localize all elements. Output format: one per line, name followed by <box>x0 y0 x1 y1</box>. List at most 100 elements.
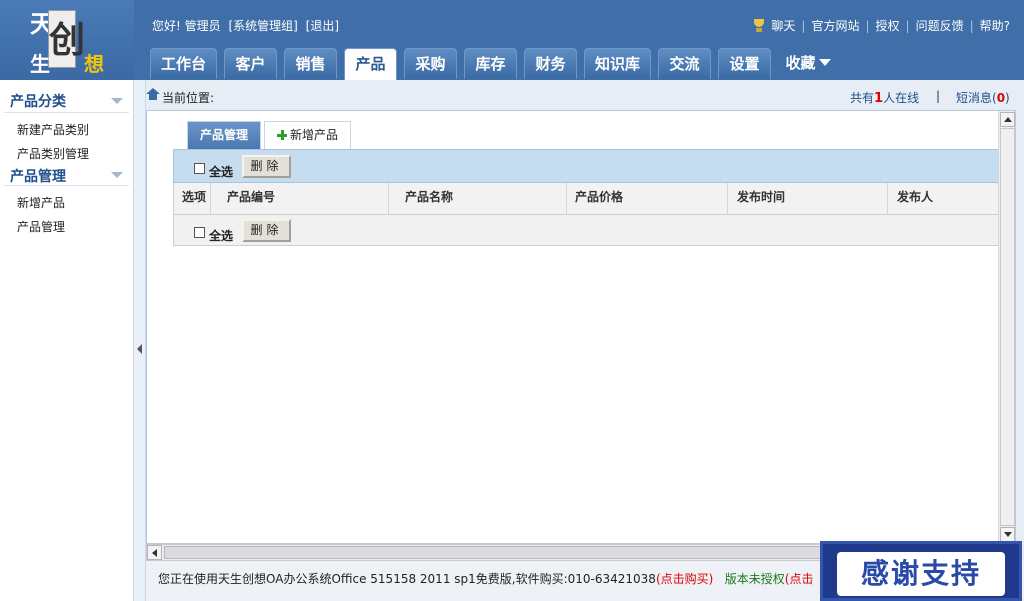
table-header: 选项 产品编号 产品名称 产品价格 发布时间 发布人 <box>173 183 999 214</box>
delete-button[interactable]: 删除 <box>242 155 291 178</box>
help-link[interactable]: 帮助? <box>980 17 1010 34</box>
buy-link[interactable]: 点击购买 <box>661 572 709 586</box>
nav-tab-sales[interactable]: 销售 <box>284 48 337 79</box>
greeting-text: 您好! 管理员 <box>152 19 221 33</box>
nav-tab-settings[interactable]: 设置 <box>718 48 771 79</box>
footer-text: 您正在使用天生创想OA办公系统Office 515158 2011 sp1免费版… <box>158 570 814 587</box>
messages-link[interactable]: 短消息(0) <box>956 89 1010 106</box>
divider: | <box>865 18 870 33</box>
buy-paren: ) <box>708 572 714 586</box>
tab-product-manage[interactable]: 产品管理 <box>187 121 262 149</box>
nav-tab-knowledge[interactable]: 知识库 <box>584 48 651 79</box>
logo-char: 生 <box>30 52 50 76</box>
nav-tab-inventory[interactable]: 库存 <box>464 48 517 79</box>
logo-char: 创 <box>48 10 85 68</box>
nav-tab-communication[interactable]: 交流 <box>658 48 711 79</box>
plus-icon <box>277 130 288 140</box>
favorites-label: 收藏 <box>785 54 816 72</box>
trophy-icon <box>751 18 767 33</box>
sidebar-list: 新建产品类别 产品类别管理 <box>0 113 133 166</box>
main-area: 当前位置: 共有1人在线 | 短消息(0) 产品管理 新增产品 全选 删除 选项… <box>146 80 1024 601</box>
vertical-scrollbar[interactable] <box>998 111 1015 545</box>
online-count: 1 <box>874 91 884 106</box>
official-site-link[interactable]: 官方网站 <box>811 17 859 34</box>
nav-tab-finance[interactable]: 财务 <box>524 48 577 79</box>
sidebar: 产品分类 新建产品类别 产品类别管理 产品管理 新增产品 产品管理 <box>0 80 134 601</box>
breadcrumb: 当前位置: 共有1人在线 | 短消息(0) <box>146 80 1024 110</box>
sidebar-section-title: 产品管理 <box>10 169 66 185</box>
column-header-publisher[interactable]: 发布人 <box>888 183 998 214</box>
sidebar-splitter[interactable] <box>134 80 146 601</box>
sidebar-section-title: 产品分类 <box>10 94 66 110</box>
online-prefix: 共有 <box>850 91 875 105</box>
divider: | <box>969 18 974 33</box>
license-status: 版本未授权 <box>724 572 785 586</box>
sidebar-section-header[interactable]: 产品管理 <box>4 166 129 186</box>
scroll-thumb[interactable] <box>164 546 924 559</box>
sidebar-item-new-product[interactable]: 新增产品 <box>0 191 133 215</box>
user-group: [系统管理组] <box>228 19 298 33</box>
tab-add-product-label: 新增产品 <box>290 128 339 142</box>
sidebar-item-new-category[interactable]: 新建产品类别 <box>0 118 133 142</box>
arrow-left-icon <box>152 549 157 557</box>
select-all-checkbox[interactable] <box>194 227 205 238</box>
greeting: 您好! 管理员 [系统管理组] [退出] <box>152 17 343 34</box>
column-header-product-code[interactable]: 产品编号 <box>211 183 389 214</box>
footer-info: 您正在使用天生创想OA办公系统Office 515158 2011 sp1免费版… <box>158 572 656 586</box>
collapse-icon <box>111 98 123 104</box>
home-icon[interactable] <box>146 88 160 100</box>
chevron-left-icon <box>137 344 142 354</box>
divider: | <box>936 89 941 103</box>
chat-link[interactable]: 聊天 <box>771 17 795 34</box>
license-buy-link[interactable]: 点击 <box>789 572 813 586</box>
logout-link[interactable]: [退出] <box>306 19 339 33</box>
arrow-down-icon <box>1004 532 1012 537</box>
divider: | <box>801 18 806 33</box>
inner-tabs: 产品管理 新增产品 <box>187 121 354 149</box>
msg-prefix: 短消息( <box>956 91 997 105</box>
column-header-publish-time[interactable]: 发布时间 <box>728 183 888 214</box>
nav-tab-workbench[interactable]: 工作台 <box>150 48 217 79</box>
nav-tab-customer[interactable]: 客户 <box>224 48 277 79</box>
top-links: 聊天 | 官方网站 | 授权 | 问题反馈 | 帮助? <box>751 17 1010 34</box>
arrow-up-icon <box>1004 117 1012 122</box>
collapse-icon <box>111 172 123 178</box>
thanks-text: 感谢支持 <box>837 552 1005 596</box>
msg-suffix: ) <box>1005 91 1010 105</box>
divider: | <box>905 18 910 33</box>
chevron-down-icon <box>818 59 831 66</box>
thanks-banner[interactable]: 感谢支持 <box>820 541 1022 601</box>
nav-tab-purchase[interactable]: 采购 <box>404 48 457 79</box>
logo[interactable]: 天 创 生 想 <box>0 0 134 80</box>
scroll-thumb[interactable] <box>1000 128 1015 526</box>
nav-favorites[interactable]: 收藏 <box>778 48 838 79</box>
delete-button[interactable]: 删除 <box>242 219 291 242</box>
sidebar-item-product-manage[interactable]: 产品管理 <box>0 215 133 239</box>
feedback-link[interactable]: 问题反馈 <box>916 17 964 34</box>
content-frame: 产品管理 新增产品 全选 删除 选项 产品编号 产品名称 产品价格 发布时间 发… <box>146 110 1016 545</box>
online-users[interactable]: 共有1人在线 <box>850 89 919 106</box>
message-count: 0 <box>996 91 1006 105</box>
sidebar-list: 新增产品 产品管理 <box>0 186 133 239</box>
online-suffix: 人在线 <box>883 91 920 105</box>
sidebar-item-category-manage[interactable]: 产品类别管理 <box>0 142 133 166</box>
license-link[interactable]: 授权 <box>876 17 900 34</box>
column-header-product-name[interactable]: 产品名称 <box>389 183 567 214</box>
sidebar-section-header[interactable]: 产品分类 <box>4 80 129 113</box>
tab-add-product[interactable]: 新增产品 <box>264 121 352 149</box>
main-nav: 工作台 客户 销售 产品 采购 库存 财务 知识库 交流 设置 收藏 <box>150 48 845 80</box>
breadcrumb-label: 当前位置: <box>162 91 215 105</box>
table-footer-toolbar: 全选 删除 <box>173 214 999 246</box>
select-all-label[interactable]: 全选 <box>209 163 233 180</box>
product-table: 全选 删除 选项 产品编号 产品名称 产品价格 发布时间 发布人 全选 删除 <box>173 149 999 246</box>
column-header-select: 选项 <box>182 183 211 214</box>
select-all-checkbox[interactable] <box>194 163 205 174</box>
logo-char: 想 <box>84 52 104 76</box>
select-all-label[interactable]: 全选 <box>209 227 233 244</box>
scroll-down-button[interactable] <box>1000 527 1015 542</box>
scroll-left-button[interactable] <box>147 545 162 560</box>
nav-tab-product[interactable]: 产品 <box>344 48 397 80</box>
scroll-up-button[interactable] <box>1000 112 1015 127</box>
column-header-product-price[interactable]: 产品价格 <box>567 183 728 214</box>
header: 天 创 生 想 您好! 管理员 [系统管理组] [退出] 聊天 | 官方网站 |… <box>0 0 1024 80</box>
